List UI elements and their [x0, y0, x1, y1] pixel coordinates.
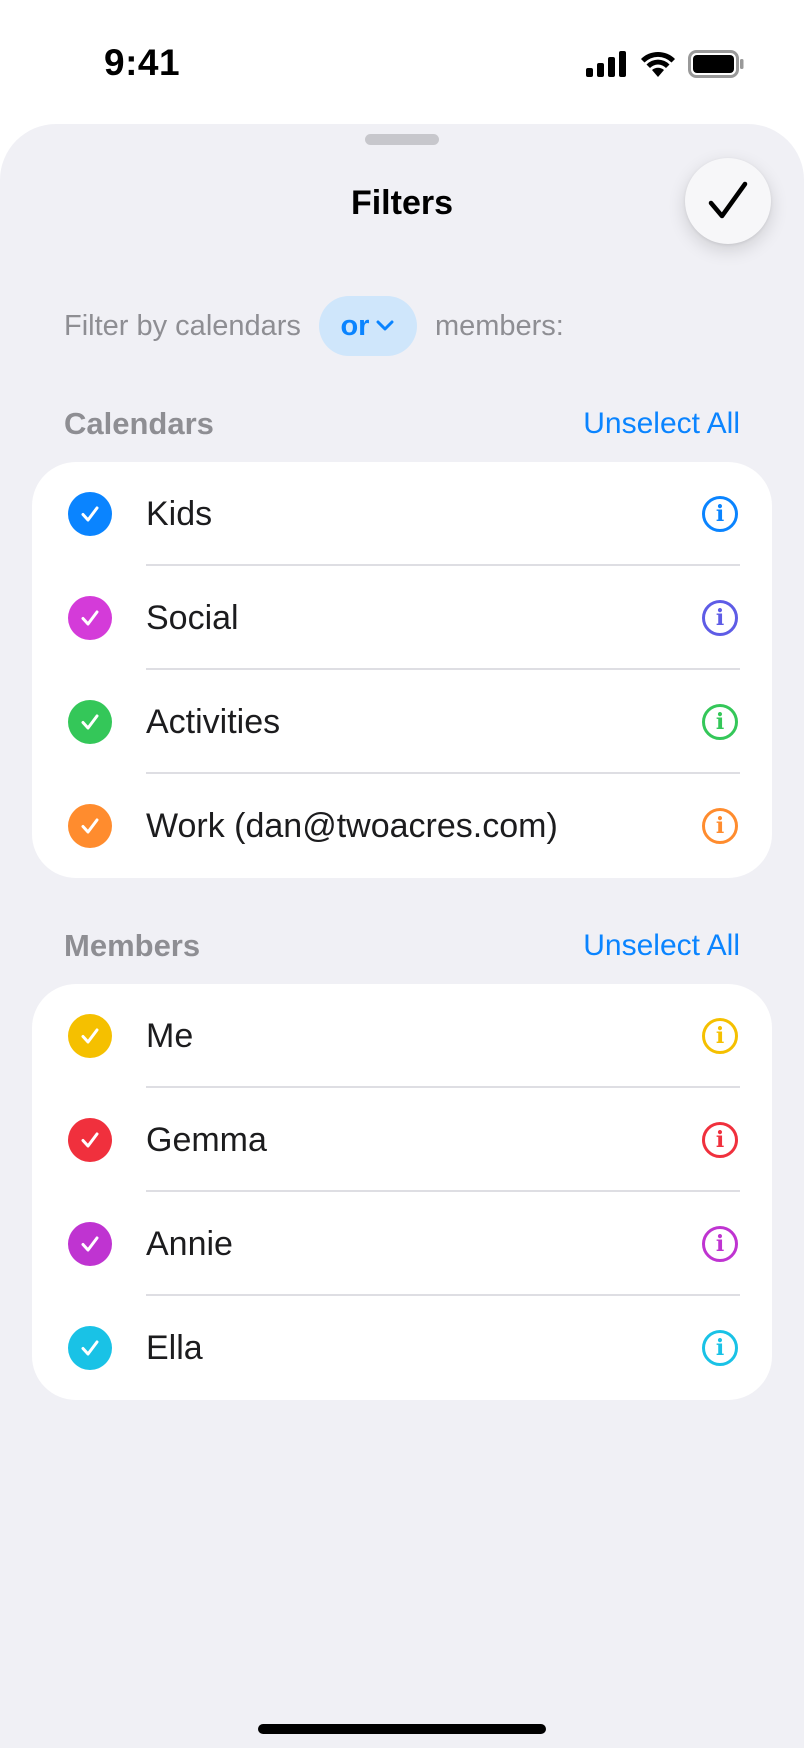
calendar-checkbox[interactable]: [68, 804, 112, 848]
checkmark-icon: [708, 181, 748, 219]
member-checkbox[interactable]: [68, 1222, 112, 1266]
info-icon[interactable]: i: [702, 496, 738, 532]
member-checkbox[interactable]: [68, 1118, 112, 1162]
member-label: Annie: [146, 1224, 233, 1263]
member-row[interactable]: Annie i: [32, 1192, 772, 1296]
status-time: 9:41: [104, 42, 181, 83]
done-button[interactable]: [685, 158, 771, 244]
info-icon[interactable]: i: [702, 808, 738, 844]
checkmark-icon: [81, 818, 99, 834]
calendar-checkbox[interactable]: [68, 700, 112, 744]
calendar-row[interactable]: Work (dan@twoacres.com) i: [32, 774, 772, 878]
battery-icon: [688, 50, 744, 78]
filter-operator-value: or: [340, 309, 370, 342]
member-label: Ella: [146, 1328, 203, 1367]
calendar-label: Kids: [146, 494, 213, 533]
member-row[interactable]: Ella i: [32, 1296, 772, 1400]
info-icon[interactable]: i: [702, 600, 738, 636]
filter-mode-row: Filter by calendars or members:: [64, 296, 564, 356]
wifi-icon: [641, 51, 675, 77]
checkmark-icon: [81, 1028, 99, 1044]
checkmark-icon: [81, 1236, 99, 1252]
checkmark-icon: [81, 506, 99, 522]
filter-suffix-text: members:: [434, 309, 564, 342]
member-label: Gemma: [146, 1120, 267, 1159]
status-icons: [586, 50, 744, 78]
calendars-list: Kids i Social i Activities i Work (dan@twoacre…: [32, 462, 772, 878]
info-icon[interactable]: i: [702, 1330, 738, 1366]
member-row[interactable]: Me i: [32, 984, 772, 1088]
sheet-grabber[interactable]: [365, 134, 439, 145]
calendar-label: Activities: [146, 702, 281, 741]
filter-prefix-text: Filter by calendars: [64, 309, 301, 342]
filters-sheet: Filters Filter by calendars or members: …: [0, 124, 804, 1748]
calendar-row[interactable]: Activities i: [32, 670, 772, 774]
checkmark-icon: [81, 610, 99, 626]
members-section-header: Members Unselect All: [64, 926, 740, 966]
info-icon[interactable]: i: [702, 1226, 738, 1262]
sheet-title: Filters: [350, 184, 454, 222]
member-checkbox[interactable]: [68, 1014, 112, 1058]
member-row[interactable]: Gemma i: [32, 1088, 772, 1192]
calendar-row[interactable]: Social i: [32, 566, 772, 670]
info-icon[interactable]: i: [702, 704, 738, 740]
home-indicator: [258, 1724, 546, 1734]
calendars-unselect-all-button[interactable]: Unselect All: [583, 407, 740, 441]
member-checkbox[interactable]: [68, 1326, 112, 1370]
calendars-section-header: Calendars Unselect All: [64, 404, 740, 444]
status-bar: 9:41: [0, 0, 804, 120]
filter-operator-dropdown[interactable]: or: [318, 296, 417, 356]
members-unselect-all-button[interactable]: Unselect All: [583, 929, 740, 963]
checkmark-icon: [81, 714, 99, 730]
checkmark-icon: [81, 1132, 99, 1148]
calendar-checkbox[interactable]: [68, 596, 112, 640]
calendar-row[interactable]: Kids i: [32, 462, 772, 566]
calendar-checkbox[interactable]: [68, 492, 112, 536]
info-icon[interactable]: i: [702, 1122, 738, 1158]
calendar-label: Social: [146, 598, 239, 637]
members-section-title: Members: [64, 928, 201, 963]
cellular-signal-icon: [586, 51, 626, 77]
chevron-down-icon: [376, 320, 394, 331]
calendar-label: Work (dan@twoacres.com): [146, 806, 558, 845]
checkmark-icon: [81, 1340, 99, 1356]
calendars-section-title: Calendars: [64, 406, 214, 441]
member-label: Me: [146, 1016, 194, 1055]
info-icon[interactable]: i: [702, 1018, 738, 1054]
members-list: Me i Gemma i Annie i Ella i: [32, 984, 772, 1400]
